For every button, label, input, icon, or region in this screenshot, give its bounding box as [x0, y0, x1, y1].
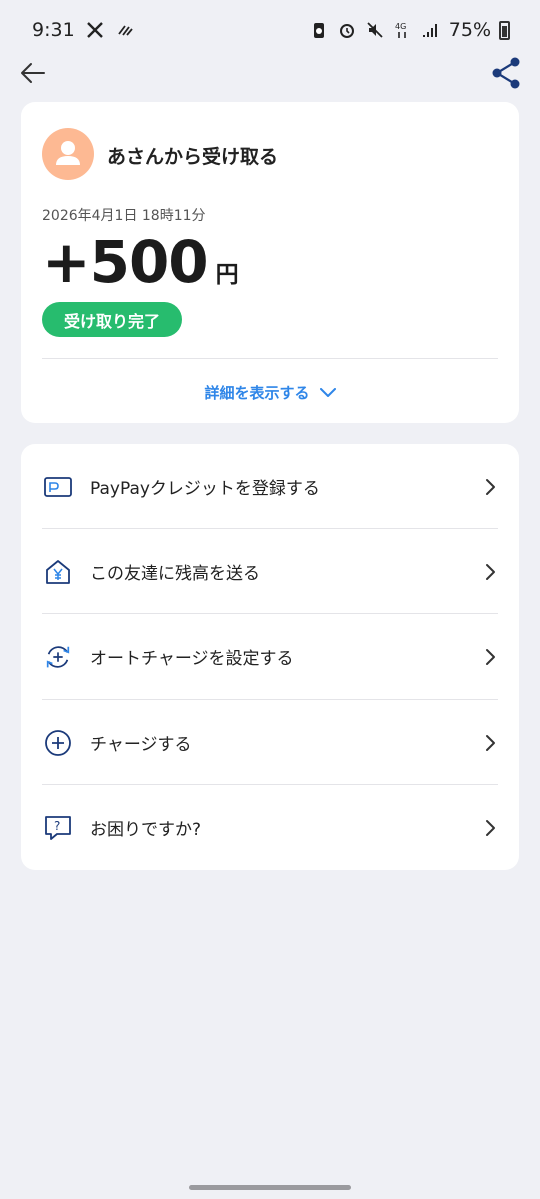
- menu-item-label: PayPayクレジットを登録する: [90, 479, 320, 499]
- status-time: 9:31: [32, 19, 75, 41]
- menu-item-help[interactable]: ? お困りですか?: [21, 785, 519, 870]
- user-icon: [56, 141, 80, 165]
- chevron-right-icon: [486, 734, 495, 751]
- alarm-icon: [339, 24, 354, 38]
- svg-text:4G: 4G: [395, 22, 406, 31]
- share-icon[interactable]: [490, 56, 522, 90]
- transaction-timestamp: 2026年4月1日 18時11分: [42, 208, 206, 224]
- menu-item-label: この友達に残高を送る: [90, 564, 260, 584]
- show-details-button[interactable]: 詳細を表示する: [21, 382, 519, 403]
- menu-item-send-balance[interactable]: この友達に残高を送る: [21, 529, 519, 614]
- auto-charge-icon: [43, 642, 73, 672]
- house-yen-icon: [43, 557, 73, 587]
- chevron-right-icon: [486, 563, 495, 580]
- menu-item-auto-charge[interactable]: オートチャージを設定する: [21, 614, 519, 699]
- back-arrow-icon[interactable]: [18, 58, 48, 88]
- show-details-label: 詳細を表示する: [204, 384, 310, 402]
- battery-icon: [499, 20, 510, 40]
- plus-circle-icon: [43, 728, 73, 758]
- mute-icon: [367, 22, 383, 38]
- status-badge: 受け取り完了: [42, 302, 183, 337]
- menu-item-label: チャージする: [90, 735, 192, 755]
- avatar: [42, 128, 94, 180]
- chevron-down-icon: [319, 387, 336, 397]
- sender-title: あさんから受け取る: [107, 146, 279, 168]
- menu-item-label: オートチャージを設定する: [90, 649, 294, 669]
- chevron-right-icon: [486, 478, 495, 495]
- svg-text:?: ?: [54, 819, 60, 833]
- card-icon: [43, 472, 73, 502]
- amount: +500 円: [42, 228, 239, 296]
- network-4g-icon: 4G: [395, 22, 406, 38]
- amount-unit: 円: [215, 262, 239, 288]
- menu-item-charge[interactable]: チャージする: [21, 700, 519, 785]
- chevron-right-icon: [486, 819, 495, 836]
- receipt-card: あさんから受け取る 2026年4月1日 18時11分 +500 円 受け取り完了…: [21, 102, 519, 423]
- battery-saver-icon: [313, 23, 324, 38]
- x-app-icon: [86, 22, 103, 38]
- amount-value: +500: [42, 228, 209, 296]
- chevron-right-icon: [486, 648, 495, 665]
- data-saver-icon: [117, 25, 133, 36]
- home-indicator[interactable]: [189, 1185, 351, 1190]
- actions-card: PayPayクレジットを登録する この友達に残高を送る オートチャージを設定する…: [21, 444, 519, 870]
- signal-icon: [422, 24, 437, 37]
- menu-item-register-credit[interactable]: PayPayクレジットを登録する: [21, 444, 519, 529]
- status-bar: 9:31 4G 75%: [0, 0, 540, 60]
- help-bubble-icon: ?: [43, 813, 73, 843]
- top-bar: [0, 56, 540, 92]
- battery-percent: 75%: [448, 19, 491, 41]
- menu-item-label: お困りですか?: [90, 820, 202, 840]
- divider: [42, 358, 498, 359]
